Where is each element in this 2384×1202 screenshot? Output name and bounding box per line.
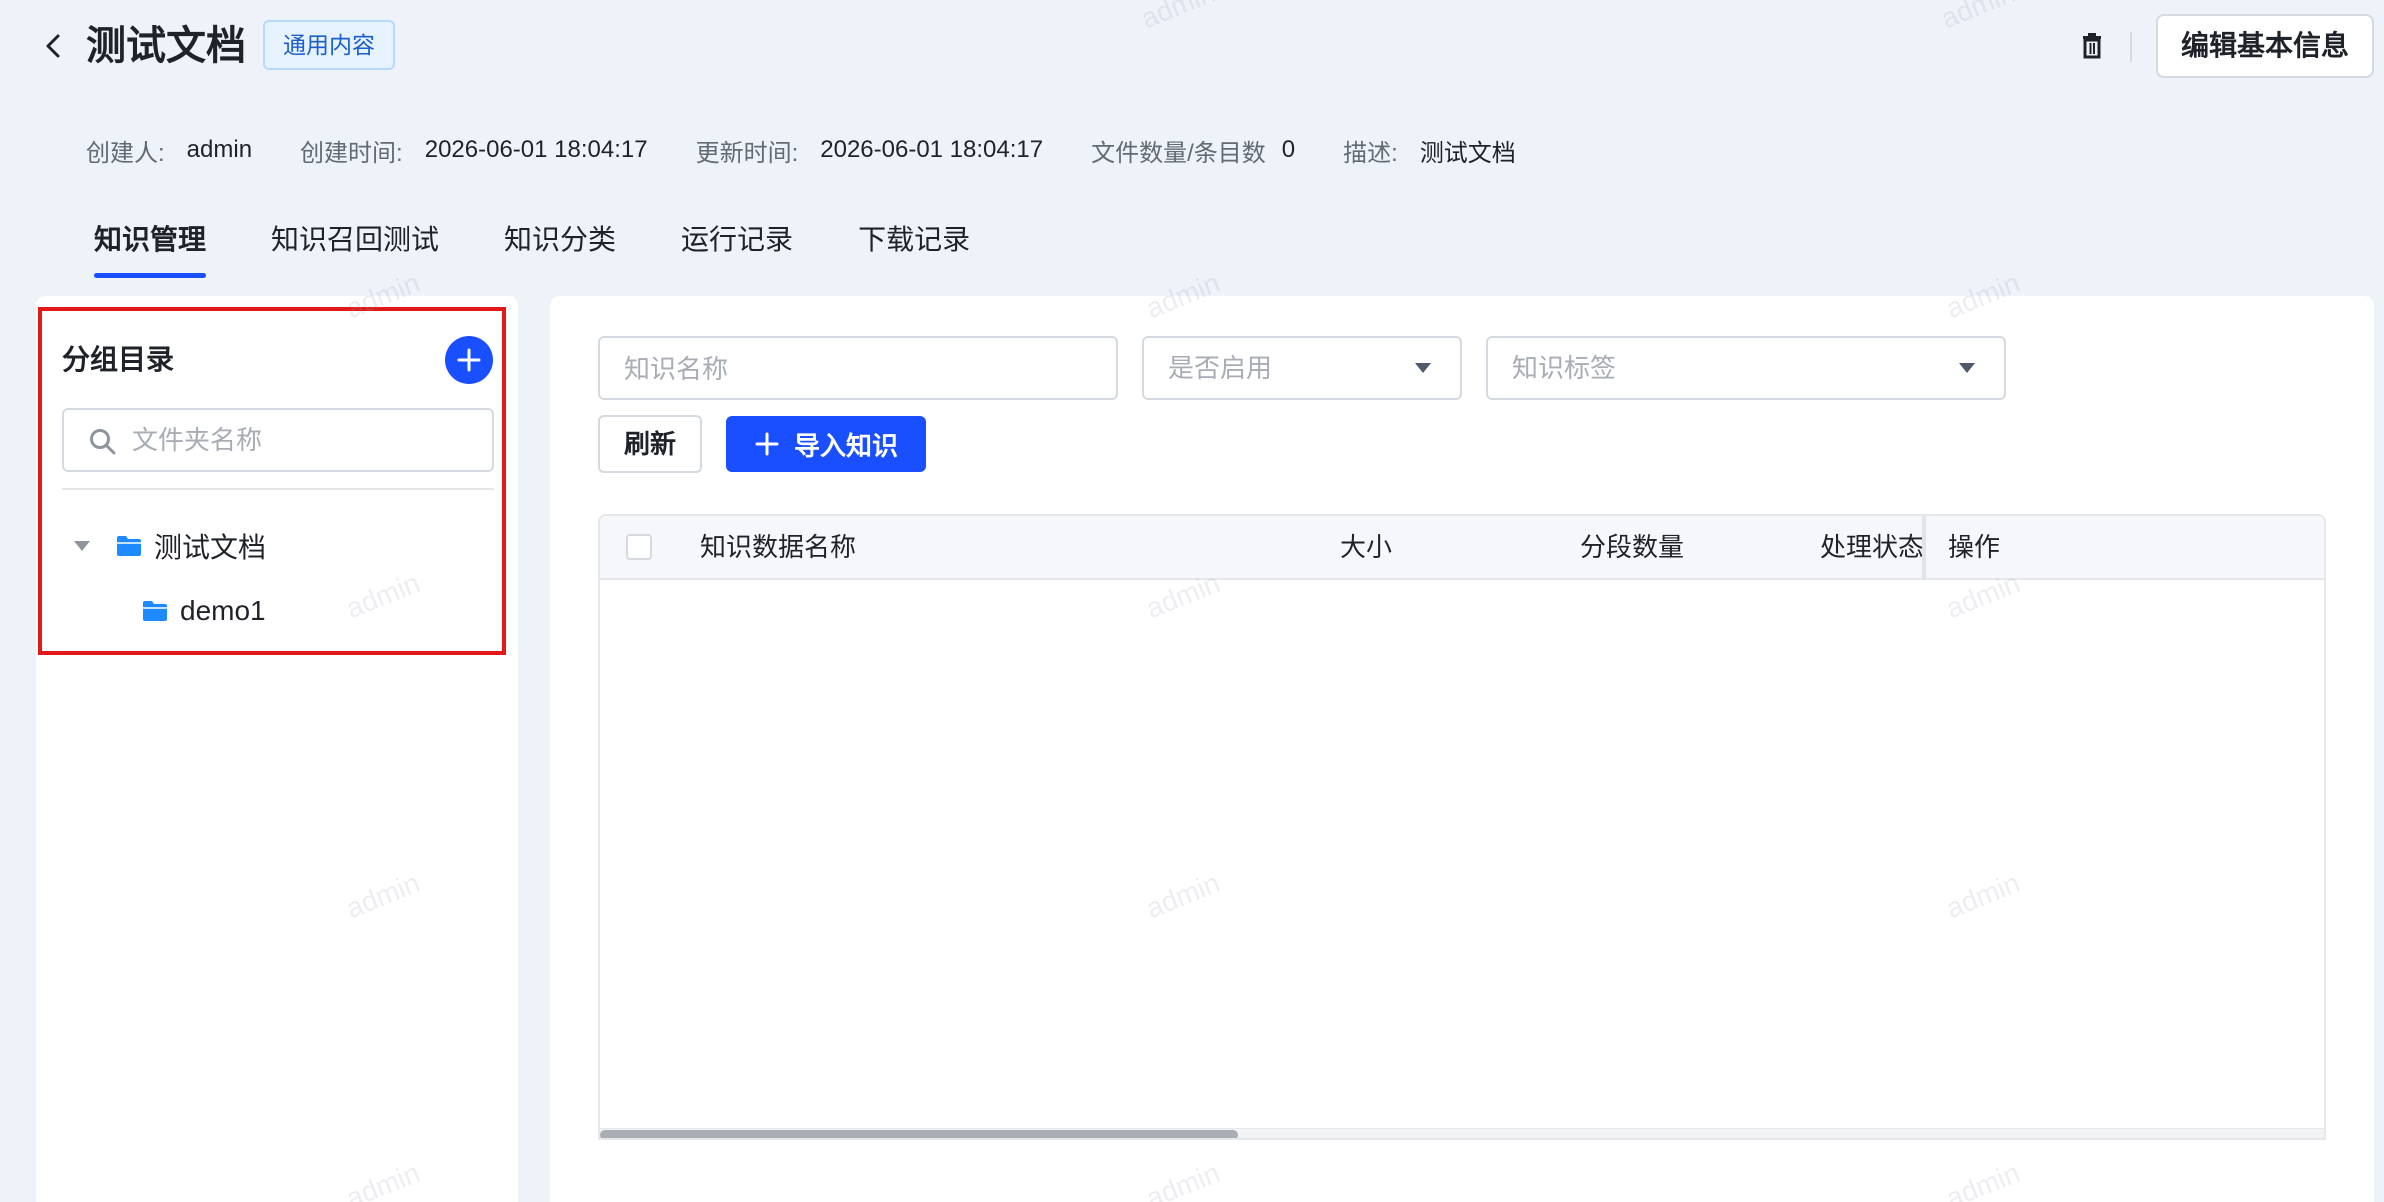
add-group-button[interactable] (445, 336, 493, 384)
meta-files: 文件数量/条目数 0 (1091, 133, 1295, 168)
column-header-actions: 操作 (1948, 532, 2001, 562)
tree-label: 测试文档 (154, 532, 267, 563)
column-header-status: 处理状态 (1820, 532, 1925, 562)
chevron-left-icon (46, 34, 60, 58)
tree-node-root[interactable]: 测试文档 (72, 524, 266, 568)
plus-icon (755, 432, 779, 456)
tab-recall-test[interactable]: 知识召回测试 (271, 216, 439, 280)
meta-label: 更新时间: (695, 139, 799, 167)
content-type-tag: 通用内容 (263, 20, 395, 70)
tab-download-records[interactable]: 下载记录 (858, 216, 970, 280)
meta-description: 描述: 测试文档 (1343, 133, 1516, 168)
tab-run-records[interactable]: 运行记录 (681, 216, 793, 280)
plus-icon (457, 348, 481, 372)
header-divider (2130, 32, 2132, 62)
caret-down-icon[interactable] (72, 536, 92, 556)
fixed-column-divider (1922, 516, 1926, 580)
description-value: 测试文档 (1419, 139, 1516, 167)
meta-label: 文件数量/条目数 (1091, 139, 1266, 167)
tab-knowledge-management[interactable]: 知识管理 (94, 216, 207, 280)
tree-node-demo1[interactable]: demo1 (142, 589, 266, 633)
page-header: 测试文档 通用内容 编辑基本信息 (0, 0, 2384, 95)
knowledge-name-filter (598, 336, 1118, 400)
group-directory-title: 分组目录 (62, 344, 175, 375)
import-button-label: 导入知识 (793, 430, 898, 461)
column-header-name: 知识数据名称 (700, 532, 857, 562)
updated-value: 2026-06-01 18:04:17 (820, 136, 1044, 163)
files-value: 0 (1281, 136, 1296, 163)
edit-basic-info-button[interactable]: 编辑基本信息 (2156, 14, 2374, 78)
import-knowledge-button[interactable]: 导入知识 (726, 416, 926, 472)
back-button[interactable] (34, 26, 74, 66)
meta-created: 创建时间: 2026-06-01 18:04:17 (300, 133, 648, 168)
document-meta: 创建人: admin 创建时间: 2026-06-01 18:04:17 更新时… (86, 130, 1564, 170)
tree-label: demo1 (180, 595, 266, 626)
column-header-segments: 分段数量 (1580, 532, 1685, 562)
meta-label: 创建时间: (300, 139, 403, 167)
horizontal-scrollbar-thumb[interactable] (600, 1130, 1238, 1138)
enabled-select[interactable]: 是否启用 (1142, 336, 1462, 400)
search-icon (90, 429, 116, 455)
page-title: 测试文档 (86, 24, 246, 68)
column-header-size: 大小 (1340, 532, 1393, 562)
knowledge-tag-select[interactable]: 知识标签 (1486, 336, 2006, 400)
knowledge-name-input[interactable] (624, 347, 1037, 391)
created-value: 2026-06-01 18:04:17 (424, 136, 648, 163)
enabled-select-placeholder: 是否启用 (1168, 353, 1273, 383)
meta-label: 描述: (1343, 139, 1398, 167)
refresh-button[interactable]: 刷新 (598, 415, 702, 473)
dropdown-icon (1415, 363, 1431, 373)
creator-value: admin (186, 136, 253, 163)
knowledge-table: 知识数据名称 大小 分段数量 处理状态 操作 (598, 514, 2326, 1140)
tab-bar: 知识管理 知识召回测试 知识分类 运行记录 下载记录 (94, 216, 1035, 280)
table-header: 知识数据名称 大小 分段数量 处理状态 操作 (600, 516, 2324, 580)
meta-creator: 创建人: admin (86, 133, 252, 168)
meta-updated: 更新时间: 2026-06-01 18:04:17 (696, 133, 1044, 168)
folder-search-input[interactable] (132, 418, 482, 462)
folder-icon (117, 536, 141, 556)
dropdown-icon (1959, 363, 1975, 373)
folder-search-box (62, 408, 494, 472)
delete-button[interactable] (2072, 26, 2112, 66)
tag-select-placeholder: 知识标签 (1512, 353, 1617, 383)
tab-knowledge-category[interactable]: 知识分类 (504, 216, 616, 280)
folder-icon (143, 601, 167, 621)
select-all-checkbox[interactable] (626, 534, 652, 560)
meta-label: 创建人: (86, 139, 165, 167)
divider (62, 488, 494, 490)
trash-icon (2083, 33, 2101, 59)
